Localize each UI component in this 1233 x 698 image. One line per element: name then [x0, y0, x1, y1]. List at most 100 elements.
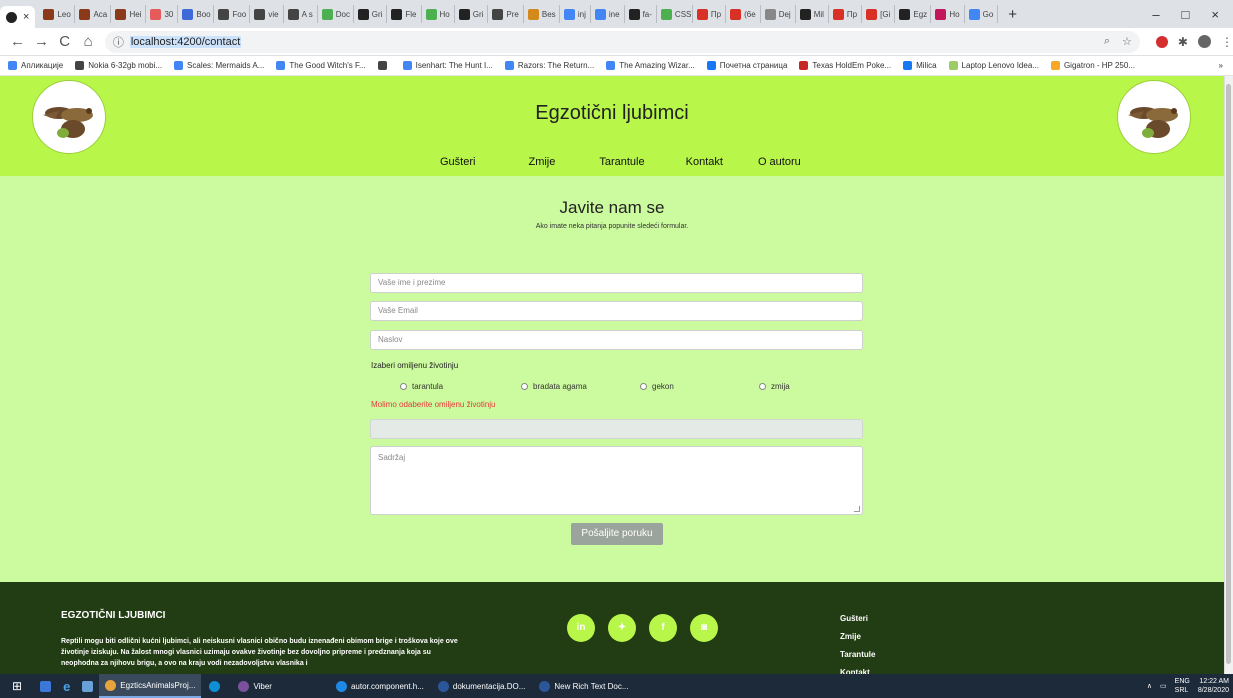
clock[interactable]: 12:22 AM 8/28/2020: [1198, 677, 1229, 695]
bookmark-item[interactable]: [377, 61, 391, 70]
browser-tab[interactable]: Aca: [75, 5, 112, 23]
taskbar-app[interactable]: [203, 674, 230, 698]
browser-tab[interactable]: Pre: [488, 5, 524, 23]
bookmark-item[interactable]: The Good Witch's F...: [276, 61, 366, 70]
facebook-icon[interactable]: f: [649, 614, 677, 642]
maximize-button[interactable]: □: [1182, 7, 1190, 22]
extensions-icon[interactable]: ✱: [1178, 35, 1188, 49]
browser-tab[interactable]: Пр: [829, 5, 863, 23]
adblock-icon[interactable]: [1155, 35, 1168, 48]
browser-tab[interactable]: Doc: [318, 5, 354, 23]
browser-tab[interactable]: Gri: [455, 5, 489, 23]
site-info-icon[interactable]: ⓘ: [113, 34, 124, 50]
browser-tab[interactable]: Dej: [761, 5, 796, 23]
radio-circle[interactable]: [759, 383, 766, 390]
browser-tab[interactable]: Go: [965, 5, 999, 23]
bookmark-item[interactable]: Nokia 6-32gb mobi...: [75, 61, 162, 70]
bookmark-item[interactable]: Scales: Mermaids A...: [174, 61, 264, 70]
browser-tab[interactable]: Gri: [354, 5, 388, 23]
url-text[interactable]: localhost:4200/contact: [129, 35, 242, 48]
omnibox[interactable]: ⓘ localhost:4200/contact ⌕ ☆: [104, 30, 1140, 53]
bookmark-item[interactable]: Gigatron - HP 250...: [1050, 61, 1135, 70]
bookmark-item[interactable]: Texas HoldEm Poke...: [799, 61, 891, 70]
browser-tab[interactable]: 30: [146, 5, 179, 23]
browser-tab[interactable]: Пр: [693, 5, 727, 23]
bookmark-star-icon[interactable]: ☆: [1122, 35, 1132, 48]
active-tab[interactable]: ×: [0, 6, 36, 28]
new-tab-button[interactable]: +: [998, 6, 1027, 23]
send-message-button[interactable]: Pošaljite poruku: [571, 523, 663, 545]
home-button[interactable]: ⌂: [81, 33, 94, 50]
radio-bradata-agama[interactable]: bradata agama: [521, 382, 587, 391]
bookmark-item[interactable]: The Amazing Wizar...: [606, 61, 695, 70]
browser-tab[interactable]: Bes: [524, 5, 560, 23]
nav-kontakt[interactable]: Kontakt: [686, 156, 723, 168]
browser-tab[interactable]: [Gi: [862, 5, 896, 23]
footer-link-zmije[interactable]: Zmije: [840, 628, 875, 646]
close-window-button[interactable]: ×: [1211, 7, 1219, 22]
browser-tab[interactable]: CSS: [657, 5, 693, 23]
browser-tab[interactable]: A s: [284, 5, 318, 23]
browser-tab[interactable]: Egz: [895, 5, 932, 23]
back-button[interactable]: ←: [10, 33, 25, 50]
nav-zmije[interactable]: Zmije: [528, 156, 555, 168]
taskbar-app[interactable]: dokumentacija.DO...: [432, 674, 531, 698]
browser-tab[interactable]: Hei: [111, 5, 147, 23]
bookmarks-overflow-button[interactable]: »: [1219, 61, 1233, 70]
scrollbar-thumb[interactable]: [1226, 84, 1231, 664]
start-button[interactable]: ⊞: [0, 674, 34, 698]
radio-zmija[interactable]: zmija: [759, 382, 790, 391]
name-field[interactable]: Vaše ime i prezime: [370, 273, 863, 293]
profile-avatar[interactable]: [1197, 35, 1211, 48]
minimize-button[interactable]: –: [1152, 7, 1159, 22]
taskbar-app[interactable]: autor.component.h...: [330, 674, 430, 698]
browser-tab[interactable]: Foo: [214, 5, 251, 23]
browser-tab[interactable]: (6e: [726, 5, 761, 23]
forward-button[interactable]: →: [34, 33, 49, 50]
taskbar-app[interactable]: New Rich Text Doc...: [533, 674, 634, 698]
taskbar-app[interactable]: Viber: [232, 674, 278, 698]
radio-circle[interactable]: [521, 383, 528, 390]
nav-gusteri[interactable]: Gušteri: [440, 156, 475, 168]
tray-chevron-icon[interactable]: ∧: [1147, 682, 1152, 690]
browser-tab[interactable]: inj: [560, 5, 591, 23]
language-indicator[interactable]: ENG SRL: [1175, 677, 1190, 695]
browser-tab[interactable]: vie: [250, 5, 284, 23]
edge-icon[interactable]: e: [57, 674, 76, 698]
browser-tab[interactable]: Ho: [931, 5, 965, 23]
network-icon[interactable]: ▭: [1160, 682, 1167, 690]
instagram-icon[interactable]: ◙: [690, 614, 718, 642]
taskbar-app[interactable]: EgzticsAnimalsProj...: [99, 674, 202, 698]
nav-o-autoru[interactable]: O autoru: [758, 156, 801, 168]
browser-tab[interactable]: Ho: [422, 5, 455, 23]
nav-tarantule[interactable]: Tarantule: [599, 156, 644, 168]
linkedin-icon[interactable]: in: [567, 614, 595, 642]
file-explorer-icon[interactable]: [34, 674, 57, 698]
footer-link-gusteri[interactable]: Gušteri: [840, 610, 875, 628]
email-field[interactable]: Vaše Email: [370, 301, 863, 321]
twitter-icon[interactable]: ✦: [608, 614, 636, 642]
message-textarea[interactable]: Sadržaj: [370, 446, 863, 515]
reload-button[interactable]: C: [58, 33, 71, 50]
bookmark-item[interactable]: Почетна страница: [706, 61, 787, 70]
menu-icon[interactable]: ⋮: [1221, 35, 1233, 49]
radio-circle[interactable]: [640, 383, 647, 390]
radio-tarantula[interactable]: tarantula: [400, 382, 443, 391]
footer-link-kontakt[interactable]: Kontakt: [840, 664, 875, 674]
radio-gekon[interactable]: gekon: [640, 382, 674, 391]
radio-circle[interactable]: [400, 383, 407, 390]
bookmark-item[interactable]: Milica: [903, 61, 937, 70]
subject-field[interactable]: Naslov: [370, 330, 863, 350]
resize-handle[interactable]: [854, 506, 860, 512]
bookmark-item[interactable]: Razors: The Return...: [504, 61, 594, 70]
bookmark-item[interactable]: Isenhart: The Hunt I...: [402, 61, 493, 70]
zoom-icon[interactable]: ⌕: [1104, 35, 1110, 48]
bookmark-item[interactable]: Апликације: [8, 61, 63, 70]
browser-tab[interactable]: Fle: [387, 5, 422, 23]
browser-tab[interactable]: ine: [591, 5, 625, 23]
tab-close-icon[interactable]: ×: [23, 11, 29, 23]
browser-tab[interactable]: Mil: [796, 5, 829, 23]
browser-tab[interactable]: Boo: [178, 5, 215, 23]
footer-link-tarantule[interactable]: Tarantule: [840, 646, 875, 664]
bookmark-item[interactable]: Laptop Lenovo Idea...: [948, 61, 1039, 70]
